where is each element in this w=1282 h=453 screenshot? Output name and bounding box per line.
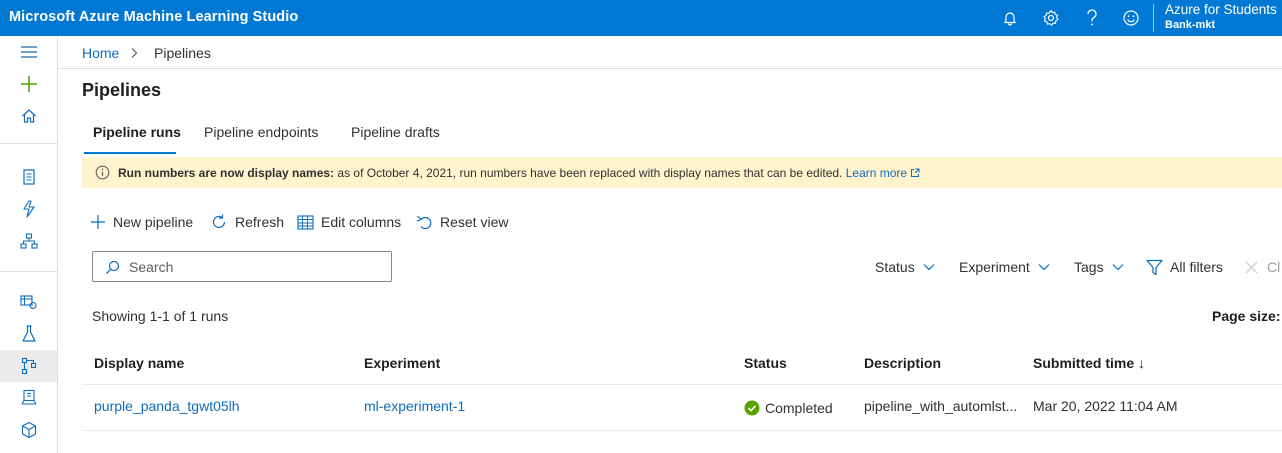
all-filters-button[interactable]: All filters (1146, 258, 1223, 276)
banner-body-text: as of October 4, 2021, run numbers have … (334, 166, 846, 180)
edit-columns-label: Edit columns (321, 214, 402, 230)
top-bar: Microsoft Azure Machine Learning Studio … (0, 0, 1282, 36)
tab-pipeline-endpoints[interactable]: Pipeline endpoints (204, 124, 318, 140)
smiley-icon[interactable] (1120, 7, 1142, 29)
hamburger-icon[interactable] (0, 36, 57, 68)
automl-icon[interactable] (0, 193, 57, 225)
banner-text: Run numbers are now display names: as of… (118, 166, 920, 180)
chevron-down-icon (923, 264, 935, 271)
endpoints-icon[interactable] (0, 414, 57, 446)
search-placeholder: Search (129, 259, 174, 275)
external-link-icon[interactable] (910, 168, 920, 178)
notebook-icon[interactable] (0, 161, 57, 193)
reset-icon (416, 215, 432, 229)
refresh-button[interactable]: Refresh (210, 212, 284, 232)
designer-icon[interactable] (0, 225, 57, 257)
page-size-label: Page size: (1212, 308, 1281, 324)
sort-descending-icon: ↓ (1138, 355, 1146, 371)
experiments-icon[interactable] (0, 318, 57, 350)
bell-icon[interactable] (999, 7, 1021, 29)
nav-divider (0, 271, 57, 272)
column-header-description[interactable]: Description (864, 355, 941, 371)
workspace-name[interactable]: Bank-mkt (1165, 19, 1215, 31)
close-icon (1245, 261, 1258, 273)
datasets-icon[interactable] (0, 286, 57, 318)
column-header-display-name[interactable]: Display name (94, 355, 184, 371)
checkmark-circle-icon (744, 400, 760, 416)
breadcrumb-home[interactable]: Home (82, 45, 119, 61)
tags-filter[interactable]: Tags (1074, 258, 1124, 276)
experiment-filter[interactable]: Experiment (959, 258, 1050, 276)
run-display-name-link[interactable]: purple_panda_tgwt05lh (94, 398, 240, 414)
banner-bold-text: Run numbers are now display names: (118, 166, 335, 180)
active-tab-indicator (84, 152, 176, 154)
account-name[interactable]: Azure for Students (1165, 2, 1277, 17)
column-header-submitted-time[interactable]: Submitted time ↓ (1033, 355, 1145, 371)
refresh-icon (212, 214, 226, 228)
edit-columns-button[interactable]: Edit columns (297, 212, 401, 232)
help-icon[interactable] (1081, 7, 1103, 29)
topbar-divider (1153, 4, 1154, 32)
home-icon[interactable] (0, 100, 57, 132)
status-text: Completed (765, 400, 833, 416)
edit-columns-icon (297, 214, 314, 230)
learn-more-label[interactable]: Learn more (846, 166, 907, 180)
search-input[interactable]: Search (92, 251, 392, 282)
chevron-down-icon (1038, 264, 1050, 271)
experiment-filter-label: Experiment (959, 259, 1030, 275)
showing-count: Showing 1-1 of 1 runs (92, 308, 229, 324)
nav-divider (0, 143, 57, 144)
page-title: Pipelines (82, 80, 162, 100)
tab-pipeline-runs[interactable]: Pipeline runs (93, 124, 181, 140)
new-pipeline-label: New pipeline (113, 214, 194, 230)
experiment-link[interactable]: ml-experiment-1 (364, 398, 465, 414)
tags-filter-label: Tags (1074, 259, 1104, 275)
reset-view-button[interactable]: Reset view (416, 212, 508, 232)
gear-icon[interactable] (1040, 7, 1062, 29)
tab-pipeline-drafts[interactable]: Pipeline drafts (351, 124, 440, 140)
app-title[interactable]: Microsoft Azure Machine Learning Studio (9, 9, 298, 25)
info-banner: Run numbers are now display names: as of… (82, 157, 1282, 188)
table-header-divider (82, 384, 1282, 385)
status-filter-label: Status (875, 259, 915, 275)
breadcrumb-current: Pipelines (154, 45, 211, 61)
plus-icon[interactable] (0, 68, 57, 100)
all-filters-label: All filters (1170, 259, 1223, 275)
plus-icon (91, 215, 105, 229)
submitted-time-label: Submitted time (1033, 355, 1135, 371)
refresh-label: Refresh (235, 214, 285, 230)
search-icon (105, 260, 120, 280)
clear-filters-label: Cl (1267, 259, 1281, 275)
pipelines-icon[interactable] (0, 350, 57, 382)
info-icon (95, 165, 110, 183)
chevron-down-icon (1112, 264, 1124, 271)
status-cell: Completed (744, 400, 833, 416)
new-pipeline-button[interactable]: New pipeline (90, 212, 193, 232)
status-filter[interactable]: Status (875, 258, 935, 276)
clear-filters-button[interactable]: Cl (1245, 258, 1280, 276)
left-nav (0, 36, 58, 453)
table-row-divider (82, 430, 1282, 431)
learn-more-link[interactable]: Learn more (846, 166, 921, 180)
breadcrumb: Home Pipelines (58, 36, 1282, 69)
reset-view-label: Reset view (440, 214, 509, 230)
chevron-right-icon (130, 46, 138, 64)
description-cell: pipeline_with_automlst... (864, 398, 1018, 414)
submitted-time-cell: Mar 20, 2022 11:04 AM (1033, 398, 1178, 414)
column-header-experiment[interactable]: Experiment (364, 355, 440, 371)
filter-icon (1146, 259, 1163, 275)
models-icon[interactable] (0, 382, 57, 414)
column-header-status[interactable]: Status (744, 355, 787, 371)
